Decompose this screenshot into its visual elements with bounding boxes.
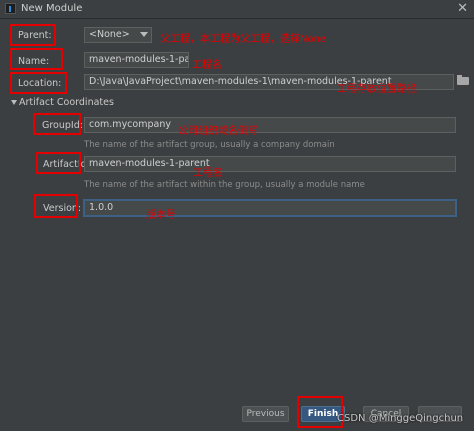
csdn-watermark: CSDN @MinggeQingchun: [337, 413, 464, 424]
parent-select-value: <None>: [89, 29, 130, 40]
groupid-field[interactable]: com.mycompany: [84, 117, 456, 133]
close-icon[interactable]: ✕: [457, 1, 468, 16]
folder-icon[interactable]: [457, 75, 469, 85]
chevron-down-icon: [140, 32, 148, 37]
parent-annotation-box: [10, 24, 56, 46]
previous-button-label: Previous: [246, 409, 285, 419]
groupid-field-value: com.mycompany: [89, 119, 171, 130]
version-field[interactable]: 1.0.0: [84, 200, 456, 216]
location-annotation-text: 工程存放位置路径: [337, 84, 417, 95]
artifactid-field-value: maven-modules-1-parent: [89, 158, 210, 169]
artifactid-annotation-text: 工程名: [193, 168, 223, 179]
artifactid-annotation-box: [36, 152, 81, 174]
version-annotation-box: [34, 194, 78, 218]
parent-annotation-text: 父工程，本工程为父工程，选择None: [160, 34, 327, 45]
name-annotation-text: 工程名: [192, 60, 222, 71]
name-field-value: maven-modules-1-parent: [89, 54, 188, 65]
artifactid-hint: The name of the artifact within the grou…: [84, 180, 365, 190]
title-bar: New Module ✕: [0, 0, 474, 19]
name-annotation-box: [10, 48, 63, 70]
parent-select[interactable]: <None>: [84, 27, 152, 43]
window-title: New Module: [21, 3, 83, 14]
artifact-coordinates-heading[interactable]: Artifact Coordinates: [19, 97, 114, 108]
name-field[interactable]: maven-modules-1-parent: [84, 52, 189, 68]
previous-button[interactable]: Previous: [242, 406, 289, 422]
version-field-value: 1.0.0: [89, 202, 114, 213]
groupid-annotation-text: 公司组织域名倒写: [178, 126, 258, 137]
groupid-hint: The name of the artifact group, usually …: [84, 140, 335, 150]
intellij-app-icon: [5, 3, 16, 14]
groupid-annotation-box: [33, 113, 81, 135]
collapse-arrow-icon[interactable]: [11, 100, 17, 105]
artifactid-field[interactable]: maven-modules-1-parent: [84, 156, 456, 172]
version-annotation-text: 版本号: [146, 210, 176, 221]
location-annotation-box: [10, 72, 67, 94]
